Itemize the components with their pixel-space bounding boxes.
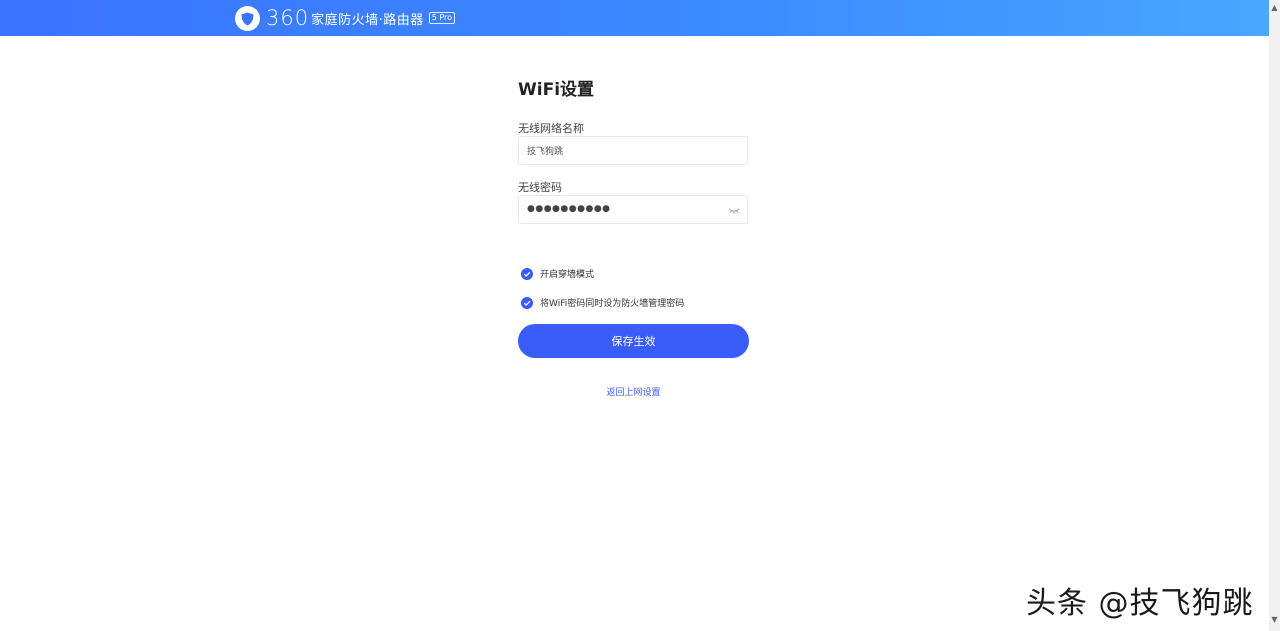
save-button[interactable]: 保存生效 xyxy=(518,324,749,358)
brand-name: 家庭防火墙·路由器 xyxy=(311,12,424,28)
wifi-settings-form: WiFi设置 无线网络名称 无线密码 ●●●●●●●●●● 开启穿墙模式 xyxy=(518,78,750,398)
same-admin-password-option[interactable]: 将WiFi密码同时设为防火墙管理密码 xyxy=(521,296,684,309)
watermark: 头条 @技飞狗跳 xyxy=(1026,586,1254,621)
scroll-up-icon[interactable]: ▲ xyxy=(1269,2,1280,14)
password-input-box[interactable]: ●●●●●●●●●● xyxy=(518,195,748,224)
brand: 360 家庭防火墙·路由器 5 Pro xyxy=(235,5,456,31)
wall-penetration-option[interactable]: 开启穿墙模式 xyxy=(521,267,594,280)
page: 360 家庭防火墙·路由器 5 Pro WiFi设置 无线网络名称 无线密码 ●… xyxy=(0,0,1280,631)
ssid-label: 无线网络名称 xyxy=(518,122,584,135)
vertical-scrollbar[interactable]: ▲ ▼ xyxy=(1269,0,1280,631)
password-label: 无线密码 xyxy=(518,181,562,194)
brand-number: 360 xyxy=(266,6,310,30)
model-badge: 5 Pro xyxy=(428,12,456,24)
ssid-input-box[interactable] xyxy=(518,136,748,165)
ssid-input[interactable] xyxy=(519,137,717,164)
password-input[interactable]: ●●●●●●●●●● xyxy=(527,204,611,214)
page-title: WiFi设置 xyxy=(518,80,595,100)
check-circle-icon[interactable] xyxy=(521,296,533,309)
eye-closed-icon[interactable] xyxy=(728,207,740,215)
option-label: 将WiFi密码同时设为防火墙管理密码 xyxy=(540,299,685,309)
top-header-bar: 360 家庭防火墙·路由器 5 Pro xyxy=(0,0,1269,36)
option-label: 开启穿墙模式 xyxy=(540,270,595,280)
shield-logo-icon xyxy=(235,5,260,31)
check-circle-icon[interactable] xyxy=(521,267,533,280)
back-to-internet-settings-link[interactable]: 返回上网设置 xyxy=(518,385,749,398)
scroll-down-icon[interactable]: ▼ xyxy=(1269,614,1280,626)
